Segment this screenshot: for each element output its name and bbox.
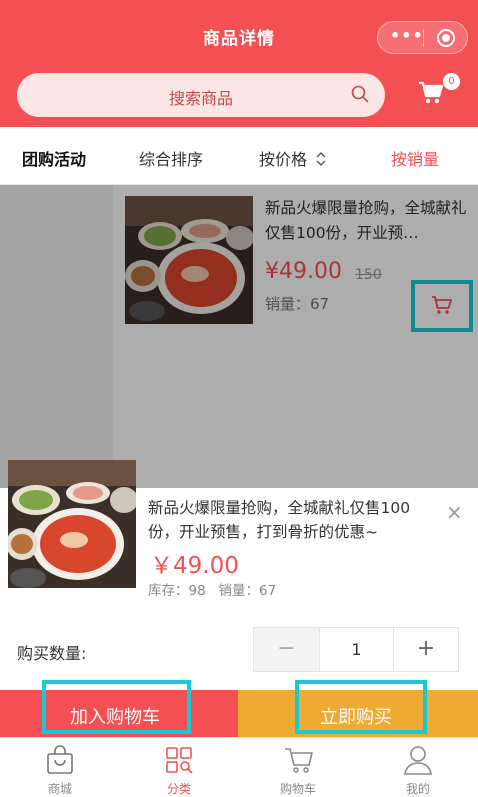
popup-product-title: 新品火爆限量抢购，全城献礼仅售100份，开业预售，打到骨折的优惠~ xyxy=(148,499,411,541)
miniprogram-capsule: ••• xyxy=(377,21,468,54)
close-icon[interactable]: × xyxy=(446,502,466,522)
tabbar-item-cart[interactable]: 购物车 xyxy=(238,738,358,797)
tab-price-sort[interactable]: 按价格 xyxy=(259,146,326,170)
cart-icon xyxy=(285,748,313,773)
search-icon[interactable] xyxy=(351,85,369,103)
tabbar-item-mall[interactable]: 商城 xyxy=(0,738,120,797)
tab-price-label: 按价格 xyxy=(259,150,308,169)
tabbar-label-category: 分类 xyxy=(166,782,191,796)
category-icon xyxy=(166,747,193,774)
tabbar-label-mall: 商城 xyxy=(47,782,72,796)
capsule-divider xyxy=(423,29,424,47)
popup-stock-sales: 库存：98 销量：67 xyxy=(148,583,277,599)
decrease-button[interactable]: − xyxy=(254,628,319,671)
search-placeholder: 搜索商品 xyxy=(168,89,233,108)
cart-icon[interactable] xyxy=(418,80,444,106)
search-bar: 搜索商品 0 xyxy=(0,63,478,127)
tabbar-label-cart: 购物车 xyxy=(279,782,316,796)
tab-default-sort[interactable]: 综合排序 xyxy=(139,146,203,170)
tab-sales-sort[interactable]: 按销量 xyxy=(391,146,439,170)
popup-price: ￥49.00 xyxy=(150,553,239,579)
quantity-stepper: − 1 + xyxy=(253,627,459,672)
tabbar-item-mine[interactable]: 我的 xyxy=(358,738,478,797)
bag-icon xyxy=(47,745,73,774)
navigation-bar: 商品详情 ••• xyxy=(0,0,478,63)
quantity-label: 购买数量: xyxy=(17,644,87,663)
filter-tabs: 团购活动 综合排序 按价格 按销量 xyxy=(0,127,478,185)
quantity-input[interactable]: 1 xyxy=(319,628,394,671)
more-icon[interactable]: ••• xyxy=(390,26,423,45)
cart-count-badge: 0 xyxy=(443,73,460,90)
highlight-box xyxy=(42,680,191,734)
tab-group-buy[interactable]: 团购活动 xyxy=(22,146,86,170)
popup-product-image xyxy=(8,460,136,588)
highlight-box xyxy=(295,680,427,734)
tabbar-label-mine: 我的 xyxy=(405,782,430,796)
increase-button[interactable]: + xyxy=(394,628,458,671)
search-input[interactable]: 搜索商品 xyxy=(17,73,385,117)
sort-arrows-icon xyxy=(316,152,326,166)
tabbar-item-category[interactable]: 分类 xyxy=(119,738,239,797)
close-miniprogram-icon[interactable] xyxy=(437,29,455,47)
user-icon xyxy=(404,746,432,775)
bottom-tab-bar: 商城 分类 购物车 我的 xyxy=(0,737,478,797)
